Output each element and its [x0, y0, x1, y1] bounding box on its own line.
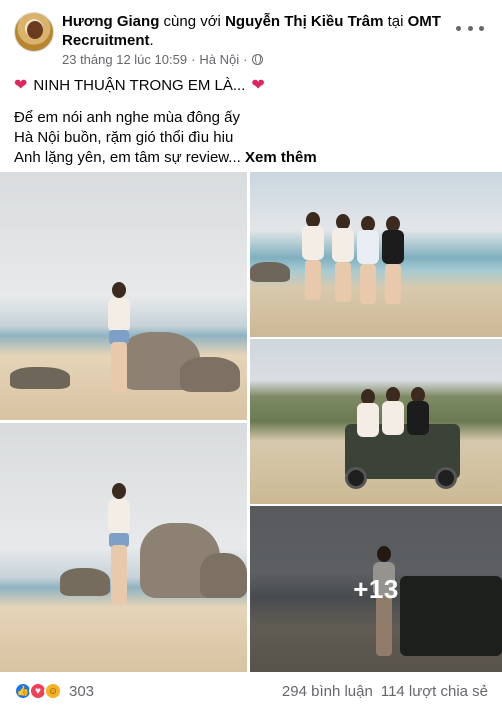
care-icon: ☺	[44, 682, 62, 700]
more-photos-overlay[interactable]: +13	[250, 506, 502, 672]
post-caption: ❤ NINH THUẬN TRONG EM LÀ... ❤ Để em nói …	[14, 76, 489, 168]
rock-formation	[180, 357, 240, 392]
reaction-count: 303	[69, 682, 95, 700]
more-horizontal-icon	[467, 25, 473, 31]
more-horizontal-icon	[456, 25, 461, 31]
photo-2[interactable]	[0, 423, 247, 672]
comments-count[interactable]: 294 bình luận	[282, 683, 373, 700]
red-heart-icon: ❤	[251, 77, 265, 94]
more-options-button[interactable]	[456, 18, 484, 38]
post-place[interactable]: Hà Nội	[199, 52, 239, 67]
author-line: Hương Giang cùng với Nguyễn Thị Kiều Trâ…	[62, 12, 442, 50]
more-horizontal-icon	[479, 25, 484, 31]
see-more-link[interactable]: Xem thêm	[245, 149, 317, 166]
more-photos-count: +13	[353, 573, 399, 604]
meta-separator: ·	[191, 52, 196, 67]
caption-line: Để em nói anh nghe mùa đông ấy	[14, 109, 240, 126]
post-timestamp[interactable]: 23 tháng 12 lúc 10:59	[62, 52, 187, 67]
reactions-summary[interactable]: 👍 ♥ ☺ 303	[14, 682, 94, 700]
with-text: cùng với	[163, 13, 221, 30]
location-suffix: .	[149, 32, 154, 49]
post-header: Hương Giang cùng với Nguyễn Thị Kiều Trâ…	[0, 0, 502, 72]
caption-line-text: Anh lặng yên, em tâm sự review...	[14, 149, 241, 166]
caption-title: NINH THUẬN TRONG EM LÀ...	[33, 77, 246, 94]
photo-1[interactable]	[0, 172, 247, 420]
at-text: tại	[387, 13, 404, 30]
rock-formation	[250, 262, 290, 282]
photo-3[interactable]	[250, 172, 502, 337]
caption-title-line: ❤ NINH THUẬN TRONG EM LÀ... ❤	[14, 76, 489, 96]
shares-count[interactable]: 114 lượt chia sẻ	[381, 683, 488, 700]
post-meta: 23 tháng 12 lúc 10:59 · Hà Nội ·	[62, 52, 263, 67]
jeep-wheel	[345, 467, 367, 489]
photo-5[interactable]: +13	[250, 506, 502, 672]
red-heart-icon: ❤	[14, 77, 28, 94]
post-footer: 👍 ♥ ☺ 303 294 bình luận 114 lượt chia sẻ	[0, 672, 502, 713]
globe-icon	[251, 54, 263, 65]
rock-formation	[200, 553, 247, 598]
tagged-user[interactable]: Nguyễn Thị Kiều Trâm	[225, 13, 383, 30]
meta-separator-2: ·	[243, 52, 248, 67]
caption-line-last: Anh lặng yên, em tâm sự review... Xem th…	[14, 148, 489, 168]
photo-4[interactable]	[250, 339, 502, 504]
rock-formation	[60, 568, 110, 596]
jeep-wheel	[435, 467, 457, 489]
author-name[interactable]: Hương Giang	[62, 13, 159, 30]
photo-grid: +13	[0, 172, 502, 672]
author-avatar[interactable]	[14, 12, 54, 52]
rock-formation	[10, 367, 70, 389]
engagement-counts: 294 bình luận 114 lượt chia sẻ	[282, 683, 488, 700]
caption-line: Hà Nội buồn, rặm gió thổi đìu hiu	[14, 129, 234, 146]
